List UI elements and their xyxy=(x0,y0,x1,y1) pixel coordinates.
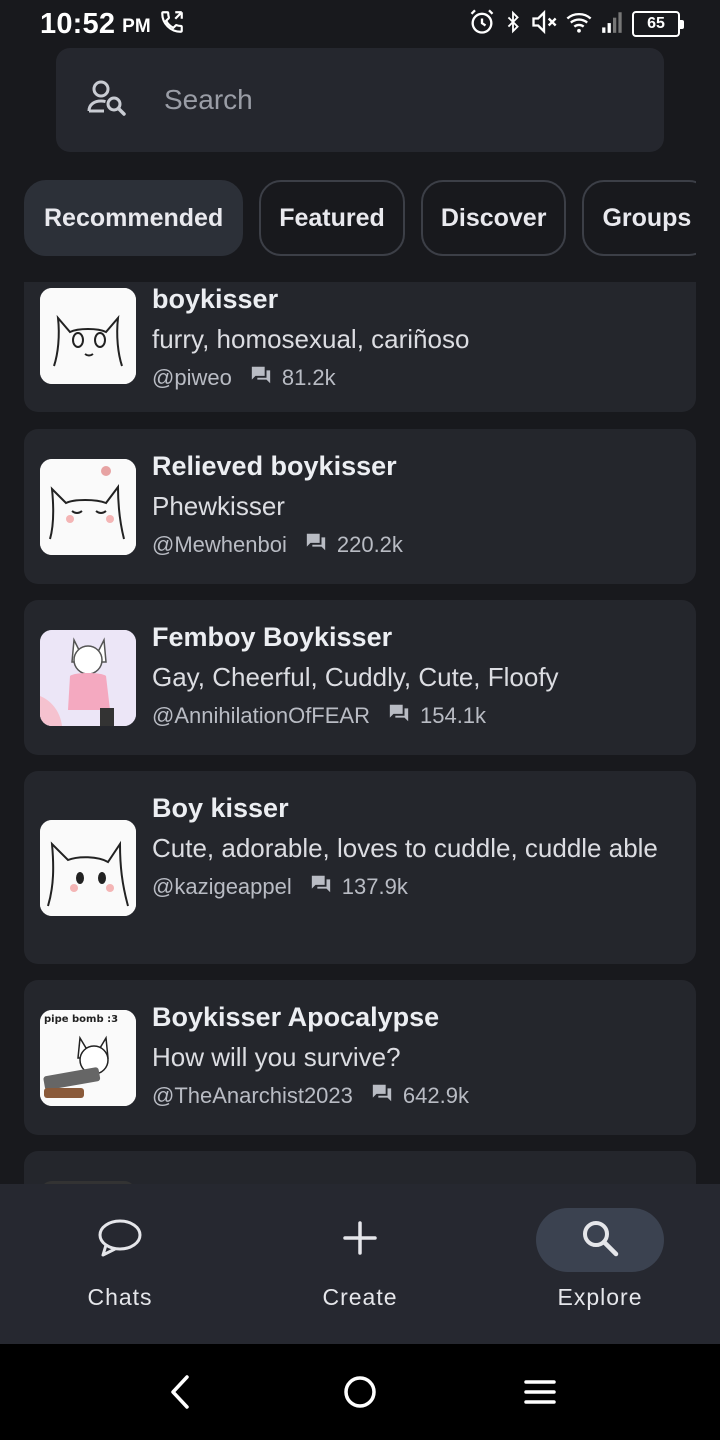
bottom-navigation: Chats Create Explore xyxy=(0,1184,720,1344)
chat-count-icon xyxy=(388,702,410,730)
character-name: Boykisser Apocalypse xyxy=(152,1002,440,1032)
chat-bubble-icon xyxy=(97,1217,143,1264)
tab-featured[interactable]: Featured xyxy=(259,180,405,256)
chat-count: 81.2k xyxy=(281,365,336,390)
character-meta: @Mewhenboi 220.2k xyxy=(152,531,680,559)
character-name: Boy kisser xyxy=(152,793,289,823)
call-icon xyxy=(159,9,185,40)
search-icon xyxy=(580,1218,620,1263)
character-meta: @TheAnarchist2023 642.9k xyxy=(152,1082,680,1110)
character-card[interactable] xyxy=(24,1151,696,1184)
character-list[interactable]: boykisser furry, homosexual, cariñoso @p… xyxy=(24,282,696,1184)
character-meta: @piweo 81.2k xyxy=(152,364,680,392)
nav-explore-pill[interactable] xyxy=(536,1208,664,1272)
user-search-icon xyxy=(86,78,130,123)
character-description: How will you survive? xyxy=(152,1042,401,1072)
character-description: Phewkisser xyxy=(152,491,285,521)
creator-handle[interactable]: @piweo xyxy=(152,365,232,391)
status-ampm: PM xyxy=(122,16,151,37)
chat-count-icon xyxy=(305,531,327,559)
home-icon[interactable] xyxy=(336,1368,384,1416)
creator-handle[interactable]: @Mewhenboi xyxy=(152,532,287,558)
character-meta: @kazigeappel 137.9k xyxy=(152,873,680,901)
creator-handle[interactable]: @AnnihilationOfFEAR xyxy=(152,703,370,729)
tab-recommended[interactable]: Recommended xyxy=(24,180,244,256)
status-bar: 10:52 PM 65 xyxy=(0,0,720,48)
chat-count: 137.9k xyxy=(341,874,408,899)
nav-explore-label: Explore xyxy=(557,1284,643,1310)
chat-count-icon xyxy=(310,873,332,901)
bluetooth-icon xyxy=(502,8,524,41)
status-time: 10:52 xyxy=(40,7,116,40)
nav-explore[interactable]: Explore xyxy=(520,1208,680,1311)
character-card[interactable]: boykisser furry, homosexual, cariñoso @p… xyxy=(24,282,696,412)
alarm-icon xyxy=(468,8,496,41)
character-name: Relieved boykisser xyxy=(152,451,397,481)
chat-count: 154.1k xyxy=(419,703,487,728)
search-input[interactable]: Search xyxy=(164,84,253,116)
nav-create-label: Create xyxy=(322,1284,398,1310)
mute-icon xyxy=(530,8,558,41)
nav-chats[interactable]: Chats xyxy=(40,1208,200,1311)
character-avatar xyxy=(40,288,136,384)
menu-icon[interactable] xyxy=(516,1368,564,1416)
system-navigation-bar xyxy=(0,1344,720,1440)
character-avatar: pipe bomb :3 xyxy=(40,1010,136,1106)
character-card[interactable]: Relieved boykisser Phewkisser @Mewhenboi… xyxy=(24,429,696,584)
character-description: Gay, Cheerful, Cuddly, Cute, Floofy xyxy=(152,662,559,692)
battery-level: 65 xyxy=(647,15,665,32)
character-description: furry, homosexual, cariñoso xyxy=(152,324,470,354)
battery-icon: 65 xyxy=(632,11,684,37)
character-card[interactable]: pipe bomb :3 Boykisser Apocalypse How wi… xyxy=(24,980,696,1135)
search-bar[interactable]: Search xyxy=(56,48,664,152)
tab-discover[interactable]: Discover xyxy=(420,180,567,256)
creator-handle[interactable]: @TheAnarchist2023 xyxy=(152,1083,353,1109)
character-avatar xyxy=(40,820,136,916)
character-avatar xyxy=(40,459,136,555)
avatar-caption: pipe bomb :3 xyxy=(44,1014,118,1025)
character-name: boykisser xyxy=(152,284,279,314)
character-avatar xyxy=(40,630,136,726)
chat-count: 220.2k xyxy=(336,532,403,557)
tab-groups[interactable]: Groups xyxy=(582,180,696,256)
category-tabs: Recommended Featured Discover Groups xyxy=(24,180,696,258)
chat-count-icon xyxy=(250,364,272,392)
character-name: Femboy Boykisser xyxy=(152,622,393,652)
chat-count-icon xyxy=(371,1082,393,1110)
back-icon[interactable] xyxy=(156,1368,204,1416)
character-description: Cute, adorable, loves to cuddle, cuddle … xyxy=(152,833,658,863)
nav-chats-label: Chats xyxy=(87,1284,153,1310)
wifi-icon xyxy=(564,8,594,41)
creator-handle[interactable]: @kazigeappel xyxy=(152,874,292,900)
character-meta: @AnnihilationOfFEAR 154.1k xyxy=(152,702,680,730)
character-card[interactable]: Boy kisser Cute, adorable, loves to cudd… xyxy=(24,771,696,964)
plus-icon xyxy=(342,1220,378,1261)
nav-create[interactable]: Create xyxy=(280,1208,440,1311)
character-card[interactable]: Femboy Boykisser Gay, Cheerful, Cuddly, … xyxy=(24,600,696,755)
signal-icon xyxy=(600,8,626,41)
nav-chats-pill[interactable] xyxy=(56,1208,184,1272)
nav-create-pill[interactable] xyxy=(296,1208,424,1272)
chat-count: 642.9k xyxy=(402,1083,469,1108)
